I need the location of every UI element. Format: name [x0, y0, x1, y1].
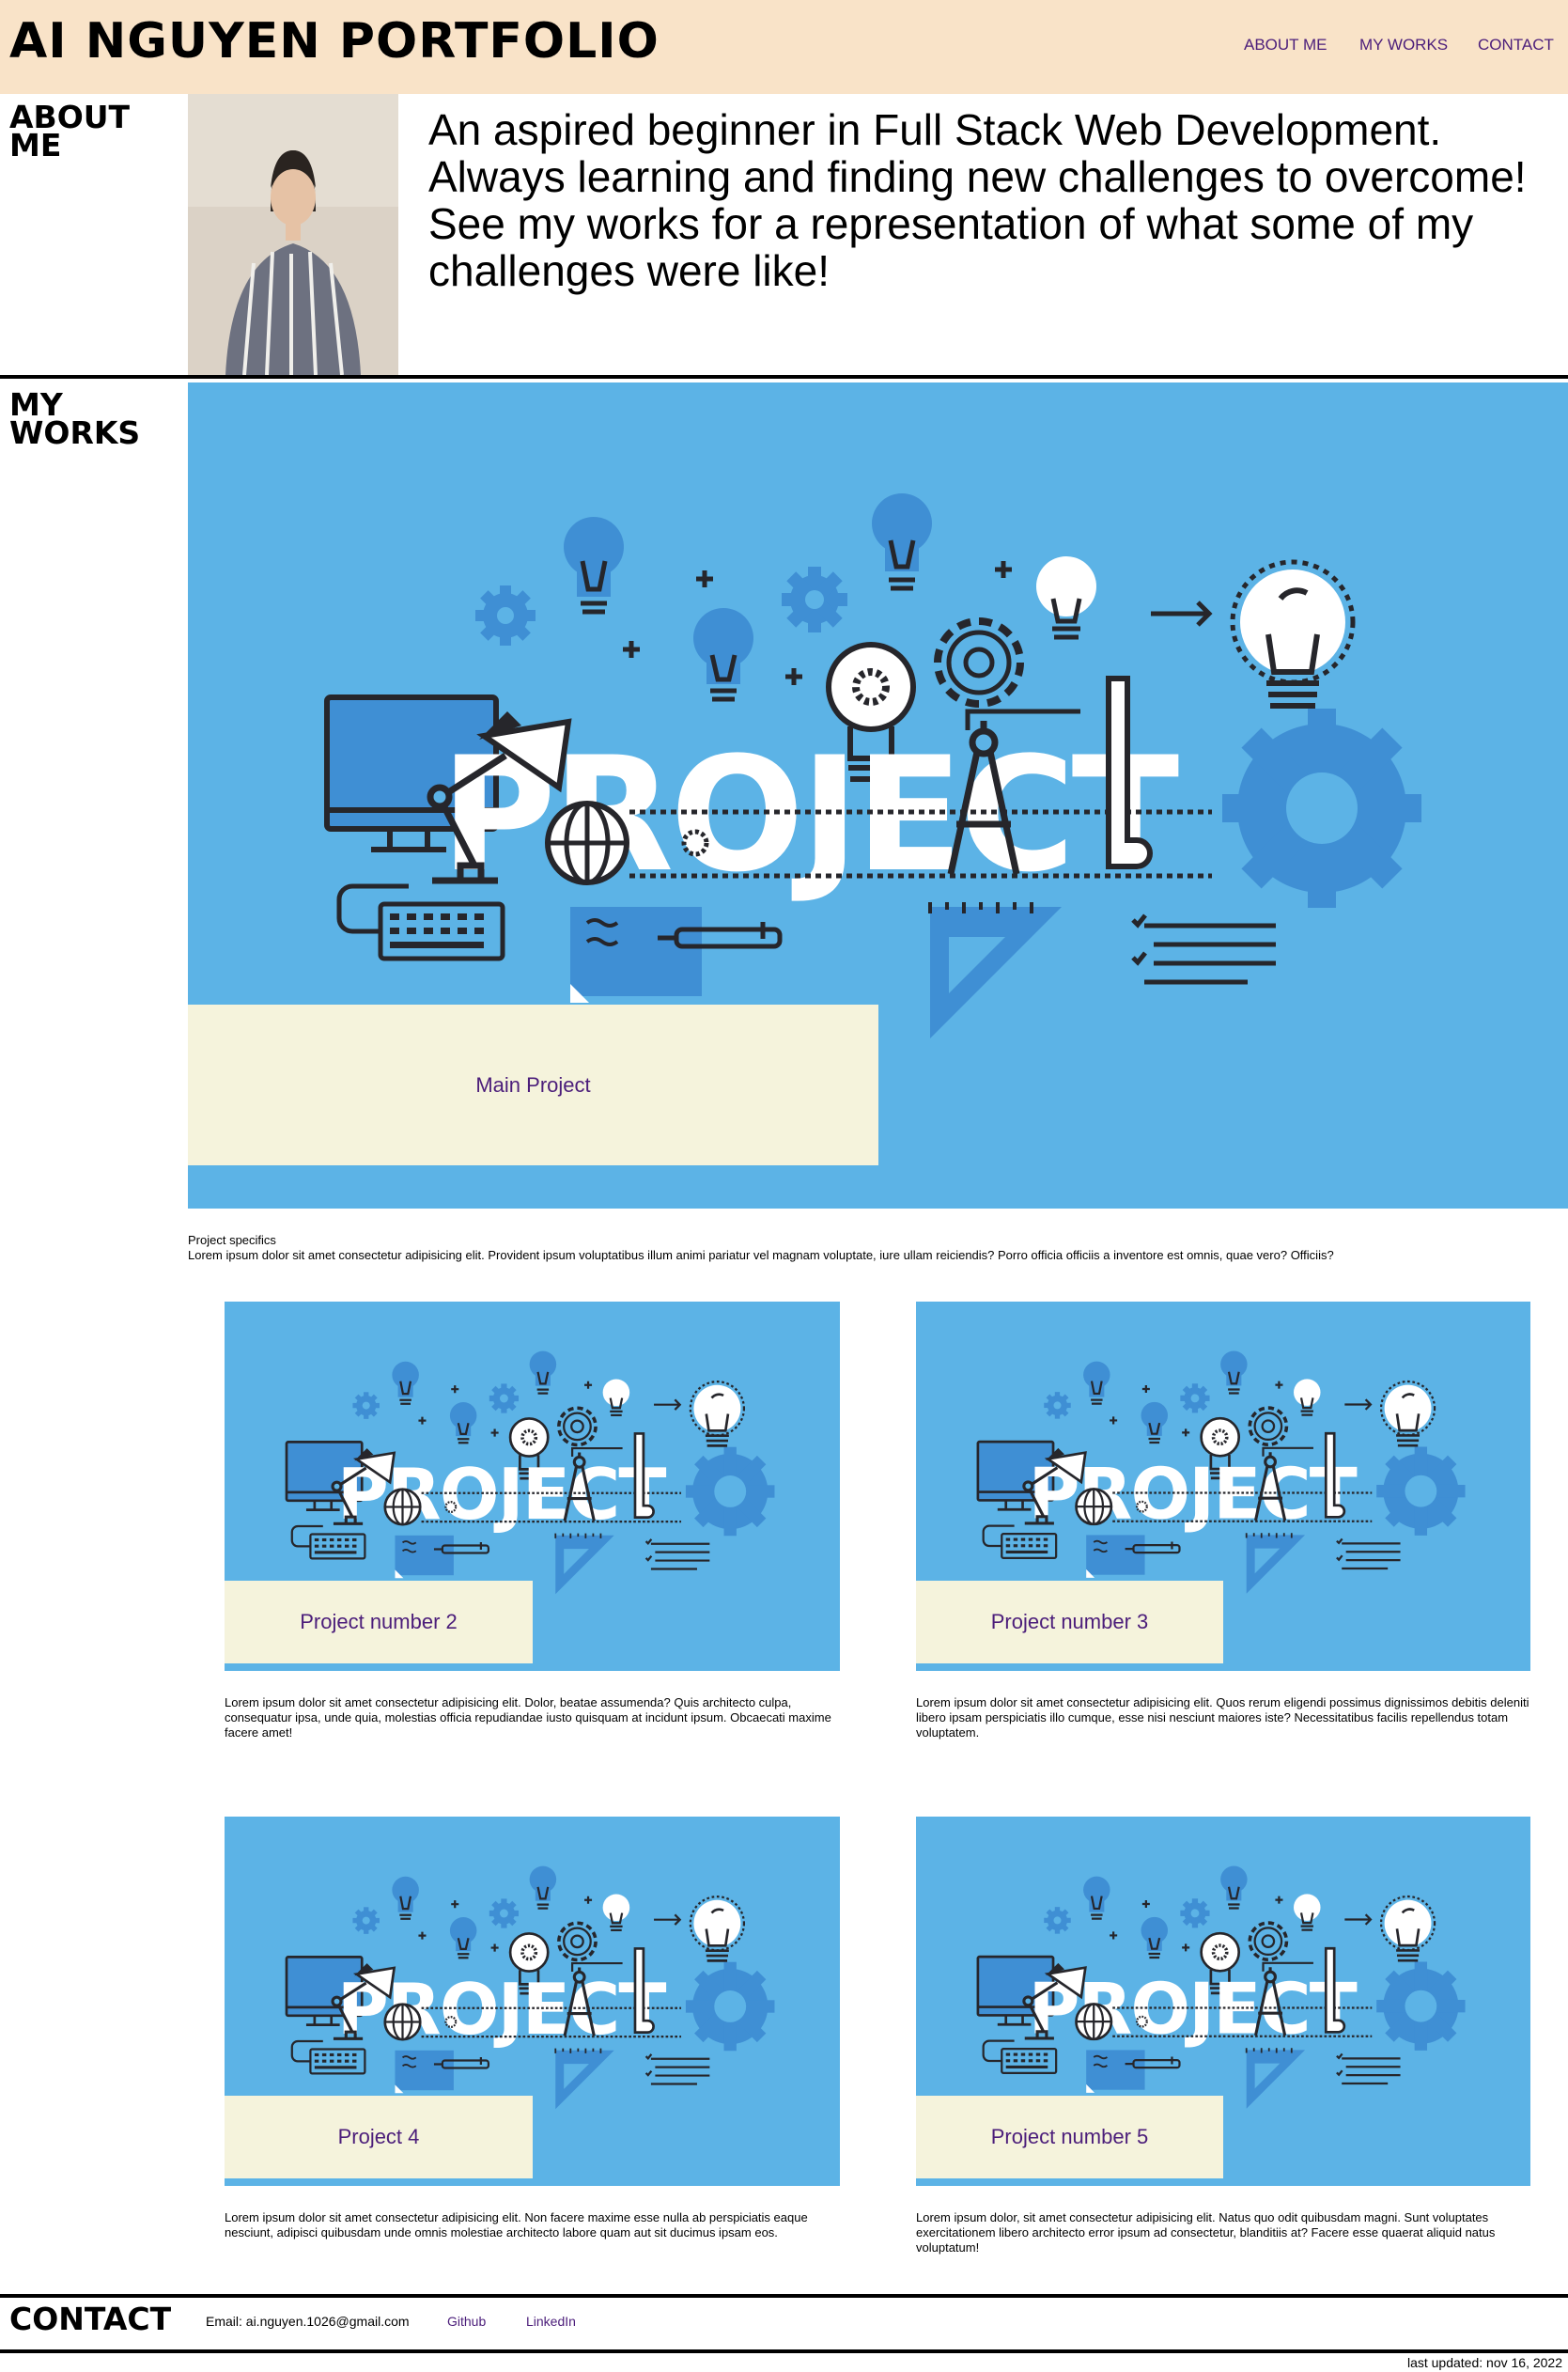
- main-project-card[interactable]: Main Project: [188, 382, 1568, 1209]
- main-project-label[interactable]: Main Project: [188, 1005, 878, 1165]
- project-description: Lorem ipsum dolor, sit amet consectetur …: [916, 2210, 1496, 2255]
- main-project-specifics: Project specifics Lorem ipsum dolor sit …: [188, 1233, 1560, 1263]
- project-card-label[interactable]: Project number 3: [916, 1581, 1223, 1663]
- about-section-heading: ABOUT ME: [9, 99, 131, 164]
- footer-divider: [0, 2349, 1568, 2353]
- nav-link-my-works[interactable]: MY WORKS: [1359, 36, 1448, 55]
- nav-link-about-me[interactable]: ABOUT ME: [1244, 36, 1327, 55]
- project-specifics-text: Lorem ipsum dolor sit amet consectetur a…: [188, 1248, 1334, 1262]
- project-card[interactable]: Project number 2: [225, 1302, 840, 1671]
- nav-link-contact[interactable]: CONTACT: [1478, 36, 1554, 55]
- github-link[interactable]: Github: [447, 2314, 486, 2329]
- about-description: An aspired beginner in Full Stack Web De…: [428, 105, 1527, 295]
- project-description: Lorem ipsum dolor sit amet consectetur a…: [916, 1695, 1529, 1740]
- contact-section-heading: CONTACT: [9, 2301, 172, 2337]
- site-header: AI NGUYEN PORTFOLIO ABOUT ME MY WORKS CO…: [0, 0, 1568, 94]
- project-card-label[interactable]: Project number 5: [916, 2096, 1223, 2178]
- contact-email: Email: ai.nguyen.1026@gmail.com: [206, 2314, 410, 2329]
- project-card-label[interactable]: Project number 2: [225, 1581, 533, 1663]
- project-card[interactable]: Project 4: [225, 1817, 840, 2186]
- section-divider: [0, 2294, 1568, 2298]
- project-specifics-title: Project specifics: [188, 1233, 276, 1247]
- linkedin-link[interactable]: LinkedIn: [526, 2314, 576, 2329]
- site-title: AI NGUYEN PORTFOLIO: [9, 13, 660, 70]
- last-updated-text: last updated: nov 16, 2022: [1406, 2355, 1562, 2370]
- project-description: Lorem ipsum dolor sit amet consectetur a…: [225, 2210, 808, 2239]
- project-card[interactable]: Project number 5: [916, 1817, 1530, 2186]
- works-section-heading: MY WORKS: [9, 386, 141, 451]
- project-card[interactable]: Project number 3: [916, 1302, 1530, 1671]
- profile-photo: [188, 94, 398, 375]
- section-divider: [0, 375, 1568, 379]
- project-description: Lorem ipsum dolor sit amet consectetur a…: [225, 1695, 831, 1740]
- project-card-label[interactable]: Project 4: [225, 2096, 533, 2178]
